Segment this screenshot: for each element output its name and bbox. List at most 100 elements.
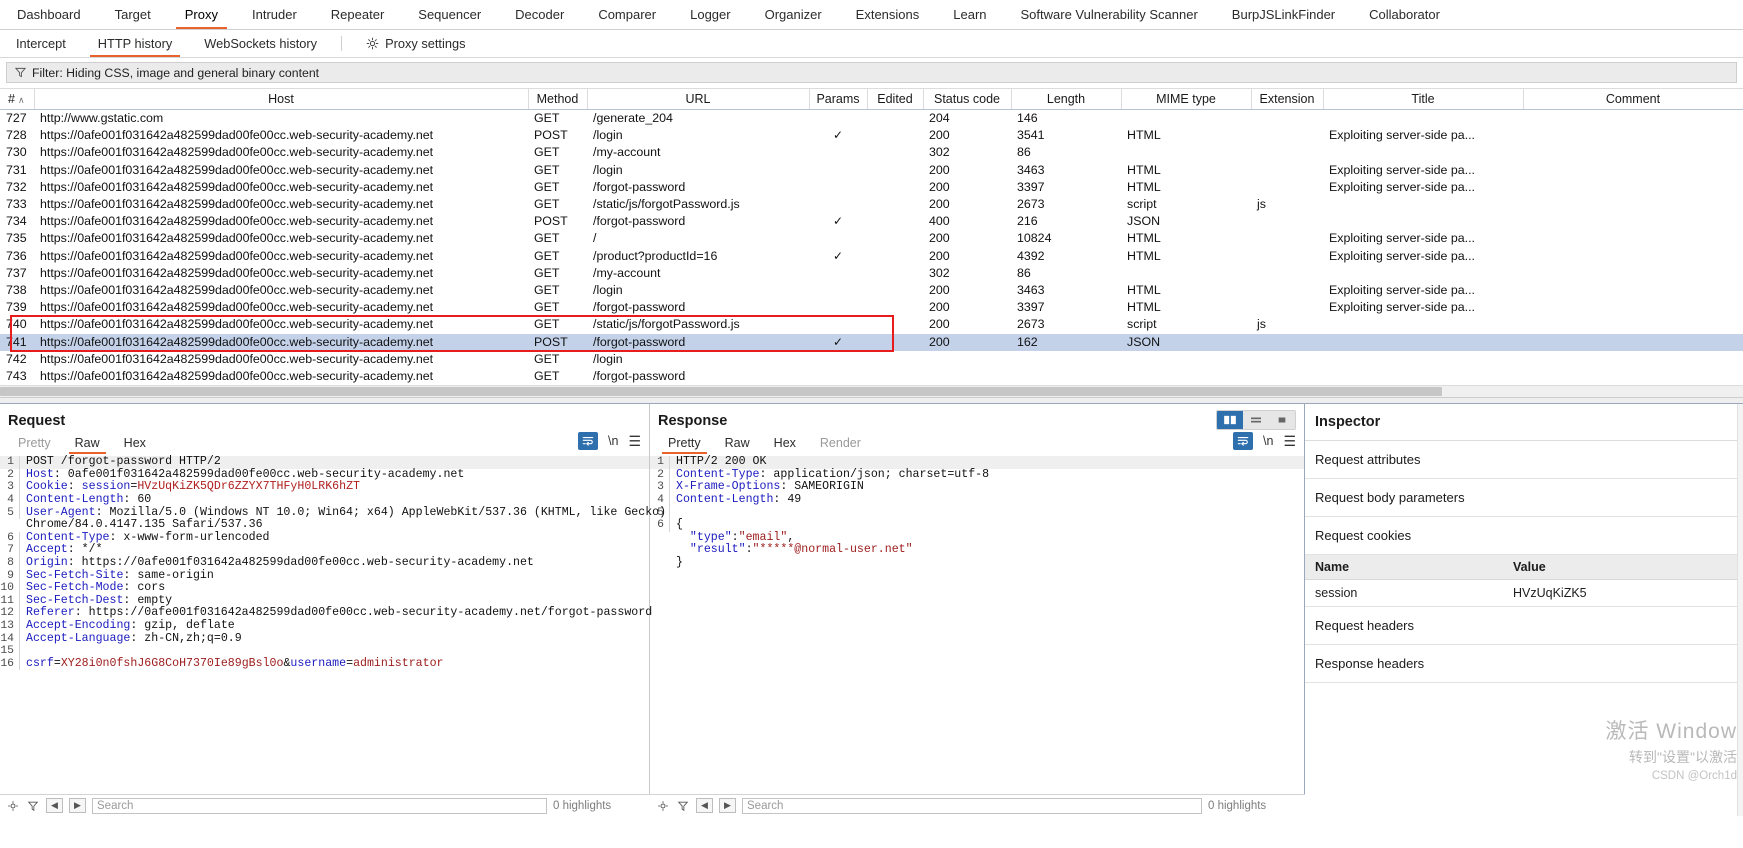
table-row[interactable]: 731 https://0afe001f031642a482599dad00fe0… bbox=[0, 162, 1743, 179]
main-tab-software-vulnerability-scanner[interactable]: Software Vulnerability Scanner bbox=[1004, 0, 1215, 29]
response-next-match-button[interactable]: ▶ bbox=[719, 798, 736, 814]
main-tab-comparer[interactable]: Comparer bbox=[581, 0, 673, 29]
request-search-input[interactable]: Search bbox=[92, 797, 547, 814]
res-view-tab-pretty[interactable]: Pretty bbox=[656, 432, 713, 455]
response-search-input[interactable]: Search bbox=[742, 797, 1202, 814]
sub-tab-websockets-history[interactable]: WebSockets history bbox=[188, 30, 333, 57]
column-header-params[interactable]: Params bbox=[809, 88, 868, 110]
column-header-host[interactable]: Host bbox=[34, 88, 529, 110]
line-number: 10 bbox=[0, 582, 20, 595]
filter-bar[interactable]: Filter: Hiding CSS, image and general bi… bbox=[6, 62, 1737, 83]
table-row[interactable]: 738 https://0afe001f031642a482599dad00fe0… bbox=[0, 282, 1743, 299]
response-prev-match-button[interactable]: ◀ bbox=[696, 798, 713, 814]
request-filter-icon[interactable] bbox=[26, 799, 40, 813]
table-row[interactable]: 732 https://0afe001f031642a482599dad00fe0… bbox=[0, 179, 1743, 196]
cell-url: /login bbox=[593, 162, 623, 177]
layout-stacked-button[interactable] bbox=[1243, 411, 1269, 430]
column-header-method[interactable]: Method bbox=[528, 88, 588, 110]
code-token: Content-Type bbox=[26, 530, 110, 544]
table-row[interactable]: 739 https://0afe001f031642a482599dad00fe0… bbox=[0, 299, 1743, 316]
inspector-section-request-attributes[interactable]: Request attributes bbox=[1305, 441, 1743, 480]
main-tab-dashboard[interactable]: Dashboard bbox=[0, 0, 98, 29]
column-header-status-code[interactable]: Status code bbox=[923, 88, 1012, 110]
request-search-settings-icon[interactable] bbox=[6, 799, 20, 813]
column-header-[interactable]: # ∧ bbox=[0, 88, 35, 110]
req-view-tab-raw[interactable]: Raw bbox=[63, 432, 112, 455]
table-row[interactable]: 734 https://0afe001f031642a482599dad00fe0… bbox=[0, 213, 1743, 230]
inspector-scroll-strip[interactable] bbox=[1737, 404, 1743, 817]
main-tab-decoder[interactable]: Decoder bbox=[498, 0, 581, 29]
view-tab-label: Raw bbox=[74, 436, 100, 451]
res-view-tab-hex[interactable]: Hex bbox=[762, 432, 808, 454]
table-row[interactable]: 743 https://0afe001f031642a482599dad00fe0… bbox=[0, 368, 1743, 385]
main-tab-collaborator[interactable]: Collaborator bbox=[1352, 0, 1457, 29]
column-header-mime-type[interactable]: MIME type bbox=[1121, 88, 1252, 110]
cookie-name-cell: session bbox=[1315, 586, 1358, 601]
scrollbar-thumb[interactable] bbox=[0, 387, 1442, 397]
request-newline-button[interactable]: \n bbox=[608, 434, 618, 448]
column-header-comment[interactable]: Comment bbox=[1523, 88, 1743, 110]
table-row[interactable]: 728 https://0afe001f031642a482599dad00fe0… bbox=[0, 127, 1743, 144]
request-wrap-lines-button[interactable] bbox=[578, 432, 598, 451]
cell-url: /generate_204 bbox=[593, 111, 673, 125]
column-header-url[interactable]: URL bbox=[587, 88, 810, 110]
table-row[interactable]: 736 https://0afe001f031642a482599dad00fe0… bbox=[0, 248, 1743, 265]
table-horizontal-scrollbar[interactable] bbox=[0, 385, 1743, 398]
cell-edited bbox=[867, 230, 923, 247]
response-newline-button[interactable]: \n bbox=[1263, 434, 1273, 448]
cell-length: 86 bbox=[1017, 265, 1031, 280]
response-filter-icon[interactable] bbox=[676, 799, 690, 813]
response-menu-icon[interactable]: ☰ bbox=[1283, 433, 1296, 450]
inspector-section-request-body-parameters[interactable]: Request body parameters bbox=[1305, 479, 1743, 518]
response-search-settings-icon[interactable] bbox=[656, 799, 670, 813]
column-header-edited[interactable]: Edited bbox=[867, 88, 924, 110]
code-text: "result":"*****@normal-user.net" bbox=[670, 544, 913, 557]
table-row[interactable]: 742 https://0afe001f031642a482599dad00fe0… bbox=[0, 351, 1743, 368]
main-tab-logger[interactable]: Logger bbox=[673, 0, 747, 29]
table-row[interactable]: 730 https://0afe001f031642a482599dad00fe0… bbox=[0, 144, 1743, 161]
response-wrap-lines-button[interactable] bbox=[1233, 432, 1253, 451]
inspector-section-request-cookies[interactable]: Request cookies bbox=[1305, 517, 1743, 556]
main-tab-sequencer[interactable]: Sequencer bbox=[401, 0, 498, 29]
layout-single-button[interactable] bbox=[1269, 411, 1295, 430]
inspector-section-request-headers[interactable]: Request headers bbox=[1305, 607, 1743, 646]
line-number: 15 bbox=[0, 645, 20, 658]
main-tab-organizer[interactable]: Organizer bbox=[748, 0, 839, 29]
code-token: Host bbox=[26, 467, 54, 481]
main-tab-repeater[interactable]: Repeater bbox=[314, 0, 401, 29]
main-tab-extensions[interactable]: Extensions bbox=[839, 0, 937, 29]
res-view-tab-raw[interactable]: Raw bbox=[713, 432, 762, 454]
request-prev-match-button[interactable]: ◀ bbox=[46, 798, 63, 814]
cell-edited bbox=[867, 196, 923, 213]
main-tab-intruder[interactable]: Intruder bbox=[235, 0, 314, 29]
table-row[interactable]: 740 https://0afe001f031642a482599dad00fe0… bbox=[0, 316, 1743, 333]
cell-comment bbox=[1523, 127, 1743, 144]
inspector-section-response-headers[interactable]: Response headers bbox=[1305, 645, 1743, 684]
proxy-settings-button[interactable]: Proxy settings bbox=[350, 30, 481, 57]
horizontal-splitter[interactable] bbox=[0, 397, 1743, 405]
column-header-extension[interactable]: Extension bbox=[1251, 88, 1324, 110]
request-cookie-row[interactable]: session HVzUqKiZK5 bbox=[1305, 580, 1743, 608]
request-next-match-button[interactable]: ▶ bbox=[69, 798, 86, 814]
response-pretty-editor[interactable]: 1 HTTP/2 200 OK 2 Content-Type: application… bbox=[650, 454, 1304, 569]
layout-side-by-side-button[interactable] bbox=[1217, 411, 1243, 430]
table-row[interactable]: 737 https://0afe001f031642a482599dad00fe0… bbox=[0, 265, 1743, 282]
column-header-title[interactable]: Title bbox=[1323, 88, 1524, 110]
request-raw-editor[interactable]: 1 POST /forgot-password HTTP/2 2 Host: 0afe… bbox=[0, 454, 666, 671]
main-tab-learn[interactable]: Learn bbox=[936, 0, 1003, 29]
req-view-tab-pretty[interactable]: Pretty bbox=[6, 432, 63, 454]
column-header-length[interactable]: Length bbox=[1011, 88, 1122, 110]
res-view-tab-render[interactable]: Render bbox=[808, 432, 873, 454]
table-row[interactable]: 727 http://www.gstatic.com GET/generate_20… bbox=[0, 110, 1743, 128]
table-row[interactable]: 733 https://0afe001f031642a482599dad00fe0… bbox=[0, 196, 1743, 213]
cell-ext bbox=[1251, 351, 1323, 368]
sub-tab-intercept[interactable]: Intercept bbox=[0, 30, 82, 57]
table-row[interactable]: 735 https://0afe001f031642a482599dad00fe0… bbox=[0, 230, 1743, 247]
sub-tab-http-history[interactable]: HTTP history bbox=[82, 30, 188, 57]
request-menu-icon[interactable]: ☰ bbox=[628, 433, 641, 450]
req-view-tab-hex[interactable]: Hex bbox=[112, 432, 158, 454]
table-row[interactable]: 741 https://0afe001f031642a482599dad00fe0… bbox=[0, 333, 1743, 351]
main-tab-target[interactable]: Target bbox=[98, 0, 168, 29]
main-tab-burpjslinkfinder[interactable]: BurpJSLinkFinder bbox=[1215, 0, 1352, 29]
main-tab-proxy[interactable]: Proxy bbox=[168, 0, 235, 29]
